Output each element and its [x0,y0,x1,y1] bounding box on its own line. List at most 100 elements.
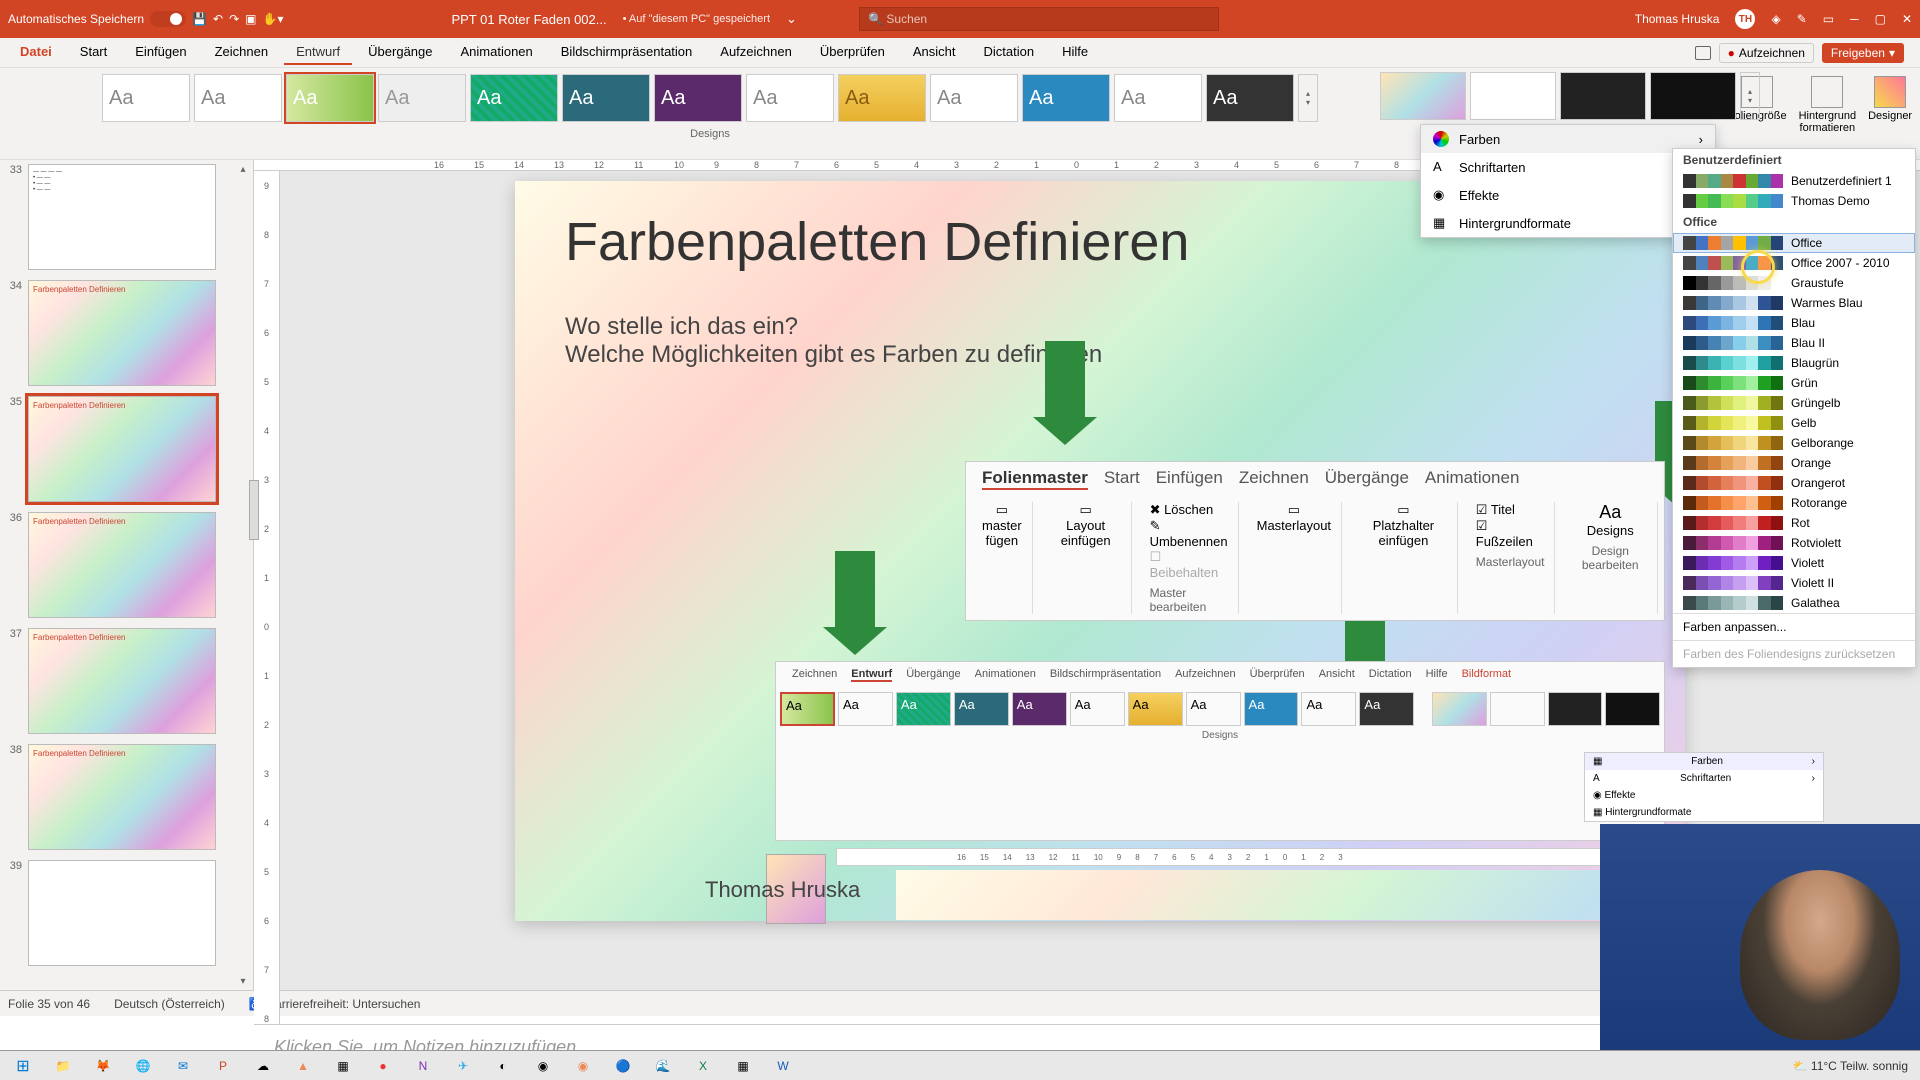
taskbar-outlook-icon[interactable]: ✉ [164,1052,202,1080]
share-button[interactable]: Freigeben ▾ [1822,43,1904,63]
tab-view[interactable]: Ansicht [901,40,968,65]
color-scheme-item[interactable]: Gelb [1673,413,1915,433]
color-scheme-item[interactable]: Rotorange [1673,493,1915,513]
tab-start[interactable]: Start [68,40,119,65]
color-scheme-item[interactable]: Grün [1673,373,1915,393]
save-icon[interactable]: 💾 [192,12,207,26]
scroll-up-icon[interactable]: ▴ [236,162,250,176]
theme-thumb[interactable]: Aa [1206,74,1294,122]
theme-thumb[interactable]: Aa [746,74,834,122]
color-scheme-item[interactable]: Blau [1673,313,1915,333]
minimize-icon[interactable]: ─ [1850,12,1859,26]
taskbar-edge-icon[interactable]: 🌊 [644,1052,682,1080]
tab-design[interactable]: Entwurf [284,40,352,65]
theme-gallery-more[interactable]: ▴▾ [1298,74,1318,122]
slide-thumbnail[interactable]: 39 [4,860,245,966]
taskbar-app-icon[interactable]: ▦ [324,1052,362,1080]
theme-thumb[interactable]: Aa [562,74,650,122]
tab-insert[interactable]: Einfügen [123,40,198,65]
color-scheme-item[interactable]: Thomas Demo [1673,191,1915,211]
weather-widget[interactable]: ⛅ 11°C Teilw. sonnig [1793,1059,1908,1073]
taskbar-app-icon[interactable]: ☁ [244,1052,282,1080]
tab-file[interactable]: Datei [8,40,64,65]
taskbar-onenote-icon[interactable]: N [404,1052,442,1080]
undo-icon[interactable]: ↶ [213,12,223,26]
current-slide[interactable]: Farbenpaletten Definieren Wo stelle ich … [515,181,1685,921]
tab-record[interactable]: Aufzeichnen [708,40,804,65]
color-scheme-item[interactable]: Benutzerdefiniert 1 [1673,171,1915,191]
color-scheme-item[interactable]: Warmes Blau [1673,293,1915,313]
language-indicator[interactable]: Deutsch (Österreich) [114,997,225,1011]
color-scheme-item[interactable]: Orange [1673,453,1915,473]
designer-button[interactable]: Designer [1864,72,1916,126]
tab-transitions[interactable]: Übergänge [356,40,444,65]
taskbar-vlc-icon[interactable]: ▲ [284,1052,322,1080]
search-box[interactable]: 🔍 Suchen [859,7,1219,31]
color-scheme-item[interactable]: Graustufe [1673,273,1915,293]
autosave-toggle[interactable] [150,11,186,27]
taskbar-powerpoint-icon[interactable]: P [204,1052,242,1080]
taskbar-app-icon[interactable]: ● [364,1052,402,1080]
panel-splitter[interactable] [249,480,259,540]
tab-draw[interactable]: Zeichnen [203,40,280,65]
color-scheme-item[interactable]: Violett [1673,553,1915,573]
theme-thumb[interactable]: Aa [838,74,926,122]
taskbar-app-icon[interactable]: 🔵 [604,1052,642,1080]
comments-icon[interactable] [1695,46,1711,60]
slide-thumbnail[interactable]: 35Farbenpaletten Definieren [4,396,245,502]
taskbar-word-icon[interactable]: W [764,1052,802,1080]
theme-thumb[interactable]: Aa [102,74,190,122]
color-scheme-item[interactable]: Office [1673,233,1915,253]
present-from-start-icon[interactable]: ▣ [245,12,256,26]
theme-thumb[interactable]: Aa [930,74,1018,122]
touch-mode-icon[interactable]: ✋▾ [263,12,284,26]
theme-thumb[interactable]: Aa [654,74,742,122]
slide-counter[interactable]: Folie 35 von 46 [8,997,90,1011]
format-background-button[interactable]: Hintergrund formatieren [1795,72,1860,138]
username[interactable]: Thomas Hruska [1635,12,1720,26]
slide-thumbnail[interactable]: 36Farbenpaletten Definieren [4,512,245,618]
slide-thumbnail[interactable]: 33— — — —• — —• — —• — — [4,164,245,270]
color-scheme-item[interactable]: Violett II [1673,573,1915,593]
color-scheme-item[interactable]: Orangerot [1673,473,1915,493]
taskbar-telegram-icon[interactable]: ✈ [444,1052,482,1080]
thumbnail-scrollbar[interactable]: ▴ ▾ [233,160,253,990]
menu-fonts[interactable]: ASchriftarten› [1421,153,1715,181]
tab-help[interactable]: Hilfe [1050,40,1100,65]
menu-background-formats[interactable]: ▦Hintergrundformate› [1421,209,1715,237]
slide-thumbnail[interactable]: 38Farbenpaletten Definieren [4,744,245,850]
scroll-down-icon[interactable]: ▾ [236,974,250,988]
theme-thumb[interactable]: Aa [378,74,466,122]
taskbar-obs-icon[interactable]: ◉ [524,1052,562,1080]
color-scheme-item[interactable]: Blaugrün [1673,353,1915,373]
tab-slideshow[interactable]: Bildschirmpräsentation [549,40,705,65]
tab-animations[interactable]: Animationen [448,40,544,65]
color-scheme-item[interactable]: Rot [1673,513,1915,533]
color-scheme-item[interactable]: Gelborange [1673,433,1915,453]
taskbar-app-icon[interactable]: ◐ [484,1052,522,1080]
tab-review[interactable]: Überprüfen [808,40,897,65]
theme-thumb[interactable]: Aa [1114,74,1202,122]
tab-dictation[interactable]: Dictation [972,40,1047,65]
theme-thumb[interactable]: Aa [470,74,558,122]
variant-thumb[interactable] [1380,72,1466,120]
slide-thumbnail[interactable]: 34Farbenpaletten Definieren [4,280,245,386]
color-scheme-item[interactable]: Grüngelb [1673,393,1915,413]
taskbar-excel-icon[interactable]: X [684,1052,722,1080]
redo-icon[interactable]: ↷ [229,12,239,26]
taskbar-firefox-icon[interactable]: 🦊 [84,1052,122,1080]
color-scheme-item[interactable]: Rotviolett [1673,533,1915,553]
variant-thumb[interactable] [1470,72,1556,120]
slide-thumbnail[interactable]: 37Farbenpaletten Definieren [4,628,245,734]
taskbar-chrome-icon[interactable]: 🌐 [124,1052,162,1080]
taskbar-app-icon[interactable]: ◉ [564,1052,602,1080]
coming-soon-icon[interactable]: ◈ [1771,12,1780,26]
variants-more[interactable]: ▴▾ [1740,72,1760,120]
user-avatar[interactable]: TH [1735,9,1755,29]
theme-thumb[interactable]: Aa [194,74,282,122]
close-icon[interactable]: ✕ [1902,12,1912,26]
ribbon-mode-icon[interactable]: ▭ [1823,12,1834,26]
menu-colors[interactable]: Farben› [1421,125,1715,153]
record-button[interactable]: ●Aufzeichnen [1719,43,1814,63]
color-scheme-item[interactable]: Galathea [1673,593,1915,613]
